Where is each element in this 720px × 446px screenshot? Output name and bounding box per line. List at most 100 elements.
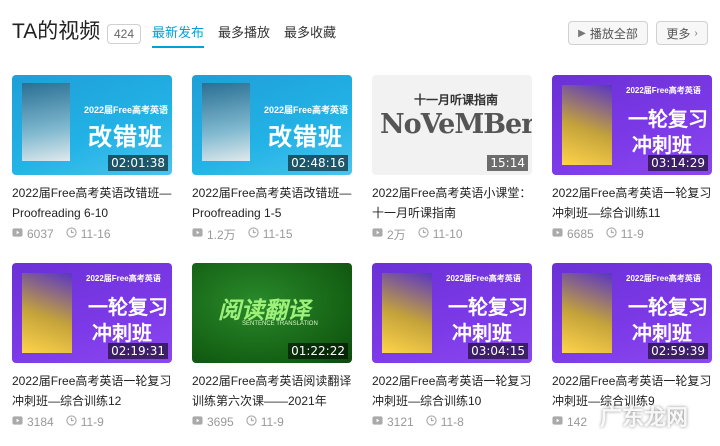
poster-art: [22, 83, 70, 161]
clock-icon: [246, 415, 257, 429]
video-list-header: TA的视频 424 最新发布 最多播放 最多收藏 ▶ 播放全部 更多 ›: [0, 0, 720, 66]
clock-icon: [426, 415, 437, 429]
video-thumbnail[interactable]: 2022届Free高考英语 一轮复习 冲刺班 03:04:15: [372, 263, 532, 363]
play-count-text: 142: [567, 415, 588, 429]
video-card[interactable]: 2022届Free高考英语 一轮复习 冲刺班 03:14:29 2022届Fre…: [552, 75, 712, 243]
video-thumbnail[interactable]: 阅读翻译 SENTENCE TRANSLATION 01:22:22: [192, 263, 352, 363]
video-meta: 3695 11-9: [192, 413, 352, 431]
play-count-icon: [552, 227, 563, 241]
video-duration: 02:48:16: [288, 155, 348, 171]
video-thumbnail[interactable]: 2022届Free高考英语 改错班 02:01:38: [12, 75, 172, 175]
poster-art: [562, 273, 612, 353]
play-count: 3121: [372, 415, 414, 429]
play-count: 3184: [12, 415, 54, 429]
thumb-headline: 一轮复习: [88, 297, 168, 319]
video-title[interactable]: 2022届Free高考英语一轮复习冲刺班—综合训练11: [552, 183, 712, 223]
sort-tabs: 最新发布 最多播放 最多收藏: [152, 24, 336, 48]
clock-icon: [248, 227, 259, 241]
video-duration: 03:14:29: [648, 155, 708, 171]
date-text: 11-10: [432, 227, 463, 241]
video-card[interactable]: 2022届Free高考英语 改错班 02:48:16 2022届Free高考英语…: [192, 75, 352, 243]
video-title[interactable]: 2022届Free高考英语小课堂：十一月听课指南: [372, 183, 532, 223]
play-count-text: 1.2万: [207, 227, 236, 242]
thumb-headline: 阅读翻译: [218, 297, 310, 323]
date-text: 11-8: [440, 415, 464, 429]
more-button[interactable]: 更多 ›: [656, 21, 708, 45]
video-title[interactable]: 2022届Free高考英语一轮复习冲刺班—综合训练12: [12, 371, 172, 411]
video-title[interactable]: 2022届Free高考英语改错班—Proofreading 6-10: [12, 183, 172, 223]
thumb-subtitle: 2022届Free高考英语: [86, 274, 161, 283]
date-text: 11-15: [262, 227, 293, 241]
poster-art: [562, 85, 612, 165]
video-duration: 02:01:38: [108, 155, 168, 171]
play-count-icon: [372, 227, 383, 241]
video-thumbnail[interactable]: 2022届Free高考英语 一轮复习 冲刺班 03:14:29: [552, 75, 712, 175]
thumb-headline: 一轮复习: [628, 109, 708, 131]
date-text: 11-9: [80, 415, 104, 429]
more-label: 更多: [666, 26, 691, 41]
section-title: TA的视频: [12, 20, 101, 43]
video-title[interactable]: 2022届Free高考英语阅读翻译训练第六次课——2021年: [192, 371, 352, 411]
video-title[interactable]: 2022届Free高考英语一轮复习冲刺班—综合训练10: [372, 371, 532, 411]
thumb-headline-2: 冲刺班: [632, 135, 692, 157]
video-thumbnail[interactable]: 2022届Free高考英语 一轮复习 冲刺班 02:59:39: [552, 263, 712, 363]
play-count: 6037: [12, 227, 54, 241]
thumb-headline-2: 冲刺班: [92, 323, 152, 345]
video-thumbnail[interactable]: 2022届Free高考英语 一轮复习 冲刺班 02:19:31: [12, 263, 172, 363]
video-card[interactable]: 2022届Free高考英语 一轮复习 冲刺班 02:19:31 2022届Fre…: [12, 263, 172, 431]
date-text: 11-9: [260, 415, 284, 429]
tab-most-played[interactable]: 最多播放: [218, 24, 270, 48]
video-count-badge: 424: [107, 24, 142, 44]
video-meta: 3184 11-9: [12, 413, 172, 431]
upload-date: 11-10: [418, 227, 463, 241]
video-meta: 6037 11-16: [12, 225, 172, 243]
play-count-text: 6037: [27, 227, 54, 241]
site-watermark: 广东龙网: [600, 405, 689, 430]
date-text: 11-9: [620, 227, 644, 241]
poster-art: [202, 83, 250, 161]
play-count-text: 3184: [27, 415, 54, 429]
play-count: 3695: [192, 415, 234, 429]
play-count-text: 2万: [387, 227, 406, 242]
video-card[interactable]: 2022届Free高考英语 一轮复习 冲刺班 03:04:15 2022届Fre…: [372, 263, 532, 431]
thumb-subtitle: 十一月听课指南: [414, 93, 499, 107]
thumb-headline: 一轮复习: [628, 297, 708, 319]
date-text: 11-16: [80, 227, 111, 241]
tab-latest[interactable]: 最新发布: [152, 24, 205, 48]
play-all-label: 播放全部: [589, 26, 638, 41]
play-count: 1.2万: [192, 226, 236, 243]
play-count-icon: [192, 227, 203, 241]
poster-art: [22, 273, 72, 353]
video-thumbnail[interactable]: 2022届Free高考英语 改错班 02:48:16: [192, 75, 352, 175]
video-thumbnail[interactable]: 十一月听课指南 NoVeMBer 15:14: [372, 75, 532, 175]
upload-date: 11-9: [606, 227, 644, 241]
video-duration: 15:14: [487, 155, 528, 171]
video-card[interactable]: 2022届Free高考英语 改错班 02:01:38 2022届Free高考英语…: [12, 75, 172, 243]
thumb-headline: NoVeMBer: [380, 109, 532, 140]
play-count: 6685: [552, 227, 594, 241]
thumb-subtitle: SENTENCE TRANSLATION: [242, 321, 318, 327]
video-duration: 03:04:15: [468, 343, 528, 359]
play-count: 142: [552, 415, 587, 429]
video-duration: 01:22:22: [288, 343, 348, 359]
video-title[interactable]: 2022届Free高考英语改错班—Proofreading 1-5: [192, 183, 352, 223]
play-count-icon: [12, 415, 23, 429]
video-card[interactable]: 十一月听课指南 NoVeMBer 15:14 2022届Free高考英语小课堂：…: [372, 75, 532, 243]
play-icon: ▶: [578, 27, 586, 39]
upload-date: 11-8: [426, 415, 464, 429]
play-count-text: 3695: [207, 415, 234, 429]
video-card[interactable]: 阅读翻译 SENTENCE TRANSLATION 01:22:22 2022届…: [192, 263, 352, 431]
thumb-subtitle: 2022届Free高考英语: [264, 105, 349, 115]
play-all-button[interactable]: ▶ 播放全部: [568, 21, 648, 45]
thumb-subtitle: 2022届Free高考英语: [84, 105, 169, 115]
video-meta: 3121 11-8: [372, 413, 532, 431]
upload-date: 11-16: [66, 227, 111, 241]
play-count-text: 6685: [567, 227, 594, 241]
thumb-headline-2: 冲刺班: [632, 323, 692, 345]
thumb-subtitle: 2022届Free高考英语: [626, 86, 701, 95]
tab-most-favorited[interactable]: 最多收藏: [284, 24, 336, 48]
play-count-icon: [12, 227, 23, 241]
clock-icon: [606, 227, 617, 241]
play-count-icon: [372, 415, 383, 429]
poster-art: [382, 273, 432, 353]
